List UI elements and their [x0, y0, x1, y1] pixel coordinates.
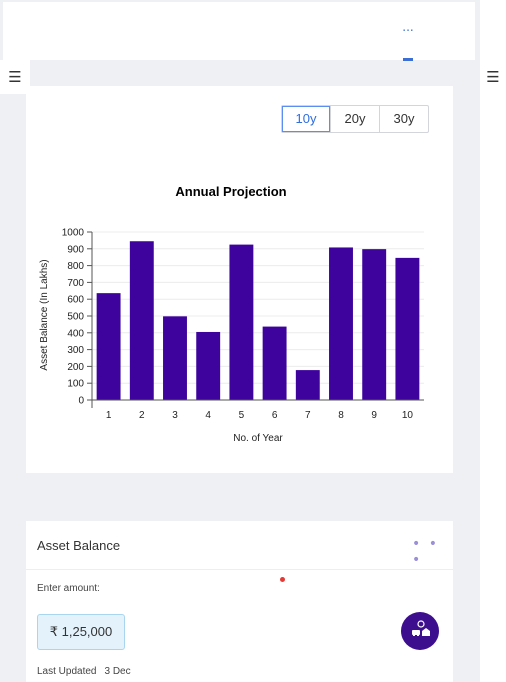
last-updated-label: Last Updated [37, 666, 97, 677]
amount-label: Enter amount: [37, 583, 100, 594]
x-tick-label: 4 [205, 410, 211, 421]
bar-year-4[interactable] [196, 331, 221, 400]
bar-year-6[interactable] [262, 326, 287, 400]
bar-year-2[interactable] [129, 241, 154, 400]
y-tick-label: 400 [67, 328, 84, 339]
asset-balance-card: Asset Balance • • • Enter amount: ₹ 1,25… [26, 521, 453, 682]
x-tick-label: 10 [402, 410, 414, 421]
bar-year-10[interactable] [395, 257, 420, 400]
last-updated: Last Updated 3 Dec [37, 666, 131, 677]
y-tick-label: 200 [67, 362, 84, 373]
y-tick-label: 100 [67, 379, 84, 390]
chart-card: 10y 20y 30y 0 100 200 300 400 500 600 700 800 900… [26, 86, 453, 473]
bar-year-3[interactable] [163, 316, 187, 400]
y-tick-label: 500 [67, 312, 84, 323]
x-tick-label: 1 [106, 410, 112, 421]
x-tick-label: 3 [172, 410, 178, 421]
y-tick-label: 1000 [62, 228, 85, 239]
more-icon[interactable]: ... [399, 20, 417, 34]
last-updated-date: 3 Dec [104, 666, 131, 677]
y-tick-label: 900 [67, 244, 84, 255]
asset-card-title: Asset Balance [37, 538, 121, 553]
y-tick-label: 600 [67, 295, 84, 306]
active-tab-indicator [403, 58, 413, 61]
annual-projection-chart: 0 100 200 300 400 500 600 700 800 900 1000 1 2 3 4 5 6 7 8… [39, 184, 424, 444]
bar-year-7[interactable] [295, 370, 320, 400]
notification-dot [280, 577, 285, 582]
list-icon[interactable]: ☰ [480, 60, 506, 94]
bar-year-5[interactable] [229, 244, 254, 400]
y-tick-label: 700 [67, 278, 84, 289]
x-tick-label: 9 [371, 410, 377, 421]
x-tick-label: 5 [239, 410, 245, 421]
right-panel [480, 0, 506, 682]
more-options-icon[interactable]: • • • [412, 536, 453, 568]
x-tick-label: 2 [139, 410, 145, 421]
y-tick-label: 300 [67, 345, 84, 356]
y-axis-label: Asset Balance (In Lakhs) [39, 259, 50, 370]
asset-action-button[interactable] [401, 612, 439, 650]
x-tick-label: 6 [272, 410, 278, 421]
asset-card-header: Asset Balance • • • [26, 521, 453, 570]
car-home-icon [412, 620, 430, 636]
x-tick-label: 8 [338, 410, 344, 421]
bar-year-9[interactable] [362, 249, 387, 400]
x-tick-label: 7 [305, 410, 311, 421]
bar-year-8[interactable] [329, 247, 353, 400]
bar-year-1[interactable] [96, 293, 121, 400]
x-axis-label: No. of Year [233, 433, 283, 444]
chart-title: Annual Projection [175, 184, 286, 199]
amount-field[interactable]: ₹ 1,25,000 [37, 614, 125, 650]
y-tick-label: 0 [78, 396, 84, 407]
y-tick-label: 800 [67, 261, 84, 272]
